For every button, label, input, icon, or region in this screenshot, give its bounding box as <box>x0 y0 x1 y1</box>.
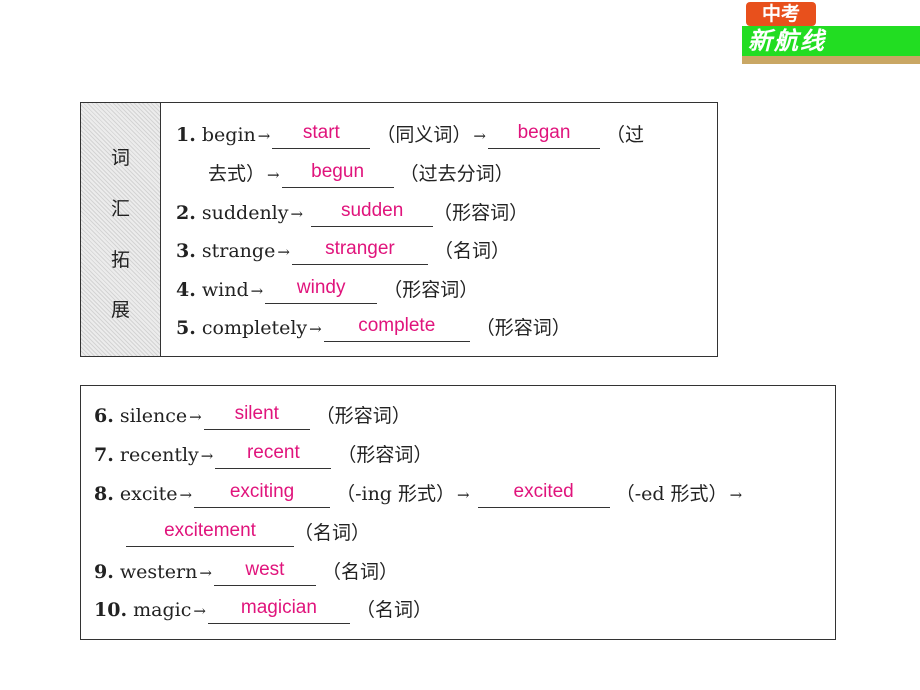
item-10: 10. magic → magician （名词） <box>94 596 432 627</box>
logo-strip <box>742 56 920 64</box>
arrow-icon: → <box>290 205 304 223</box>
answer-blank: excitement <box>126 519 294 547</box>
answer-blank: complete <box>323 314 470 342</box>
answer-blank: start <box>272 121 371 149</box>
item-8-cont: excitement （名词） <box>126 519 370 550</box>
arrow-icon: → <box>179 486 193 504</box>
item-9: 9. western → west （名词） <box>94 558 398 589</box>
vocabulary-box-2: 6. silence → silent （形容词） 7. recently → rece… <box>80 385 836 640</box>
arrow-icon: → <box>277 243 290 261</box>
arrow-icon: → <box>267 166 280 184</box>
answer-blank: windy <box>265 276 378 304</box>
answer-blank: recent <box>215 441 332 469</box>
side-char: 词 <box>110 147 130 169</box>
answer-blank: west <box>213 558 316 586</box>
arrow-icon: → <box>199 564 212 582</box>
answer-blank: excited <box>477 480 610 508</box>
arrow-icon: → <box>257 127 271 145</box>
logo: 中考 新航线 <box>742 2 920 64</box>
logo-main-text: 新航线 <box>742 26 920 56</box>
item-1-cont: 去式） → begun （过去分词） <box>208 160 514 191</box>
side-label: 词 汇 拓 展 <box>81 103 161 356</box>
arrow-icon: → <box>193 602 206 620</box>
item-6: 6. silence → silent （形容词） <box>94 402 411 433</box>
answer-blank: stranger <box>291 237 428 265</box>
answer-blank: begun <box>281 160 394 188</box>
item-2: 2. suddenly → sudden （形容词） <box>176 199 528 230</box>
side-char: 展 <box>110 299 130 321</box>
item-4: 4. wind → windy （形容词） <box>176 276 478 307</box>
side-char: 拓 <box>110 249 130 271</box>
arrow-icon: → <box>729 486 743 504</box>
vocabulary-expansion-box: 词 汇 拓 展 1. begin → start （同义词） → began （过 去式… <box>80 102 718 357</box>
arrow-icon: → <box>473 127 486 145</box>
answer-blank: sudden <box>311 199 434 227</box>
answer-blank: began <box>488 121 600 149</box>
item-7: 7. recently → recent （形容词） <box>94 441 432 472</box>
answer-blank: magician <box>207 596 350 624</box>
arrow-icon: → <box>200 447 214 465</box>
answer-blank: silent <box>203 402 310 430</box>
arrow-icon: → <box>250 282 264 300</box>
arrow-icon: → <box>309 320 322 338</box>
answer-blank: exciting <box>194 480 331 508</box>
item-1: 1. begin → start （同义词） → began （过 <box>176 121 644 152</box>
logo-top-text: 中考 <box>746 2 816 26</box>
arrow-icon: → <box>457 486 470 504</box>
item-3: 3. strange → stranger （名词） <box>176 237 510 268</box>
arrow-icon: → <box>189 408 202 426</box>
item-8: 8. excite → exciting （-ing 形式） → excited （-… <box>94 480 744 511</box>
side-char: 汇 <box>110 198 130 220</box>
item-5: 5. completely → complete （形容词） <box>176 314 571 345</box>
